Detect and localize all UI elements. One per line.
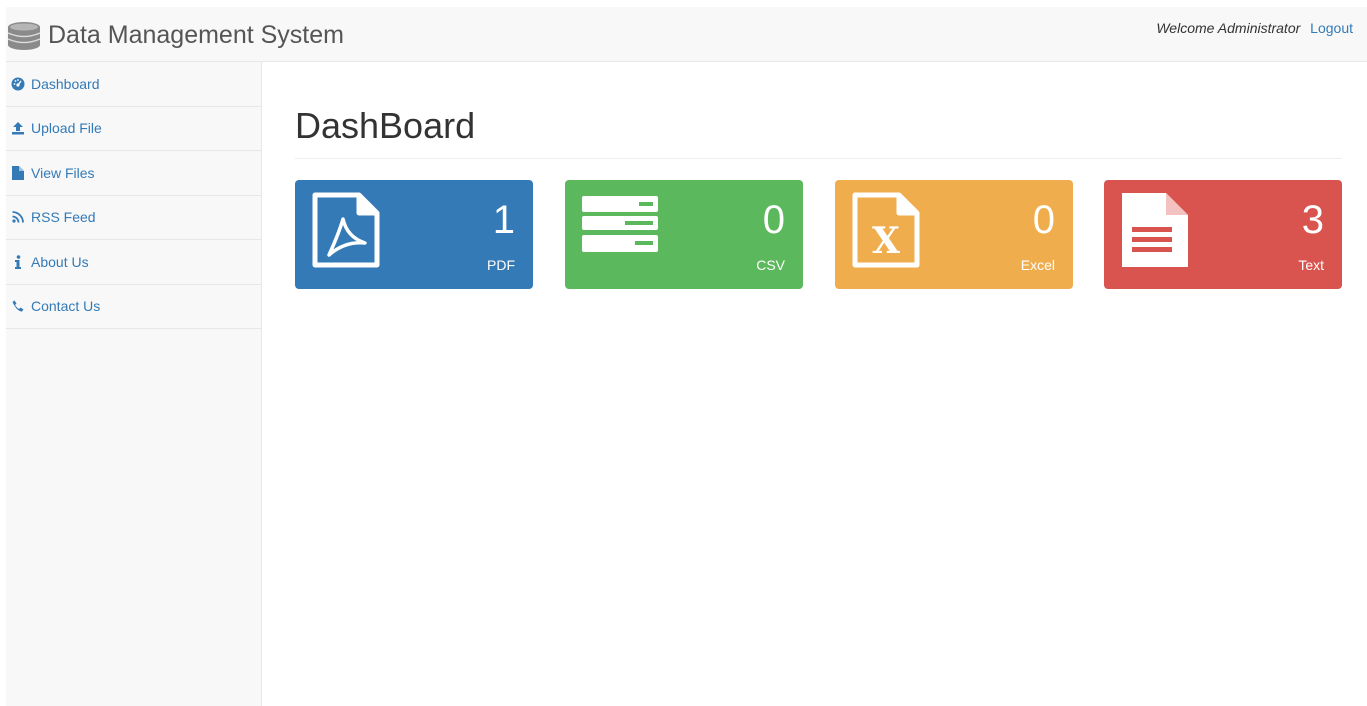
csv-icon xyxy=(581,191,659,260)
excel-label: Excel xyxy=(1020,257,1055,273)
sidebar-item-label: Contact Us xyxy=(31,298,101,315)
sidebar-item-view-files[interactable]: View Files xyxy=(6,151,261,196)
csv-card[interactable]: 0 CSV xyxy=(565,180,803,289)
page-title: DashBoard xyxy=(295,105,476,146)
sidebar-item-label: Dashboard xyxy=(31,75,100,92)
sidebar-item-label: About Us xyxy=(31,253,89,270)
excel-count: 0 xyxy=(1032,198,1055,242)
sidebar-item-dashboard[interactable]: Dashboard xyxy=(6,62,261,107)
pdf-count: 1 xyxy=(492,198,515,242)
page-header: DashBoard xyxy=(295,102,1342,159)
brand[interactable]: Data Management System xyxy=(6,20,344,50)
dashboard-icon xyxy=(10,76,26,92)
sidebar-item-upload-file[interactable]: Upload File xyxy=(6,107,261,151)
text-file-icon xyxy=(1120,191,1190,274)
user-area: Welcome Administrator Logout xyxy=(1156,20,1353,36)
phone-icon xyxy=(10,298,26,314)
csv-label: CSV xyxy=(756,257,785,273)
pdf-file-icon xyxy=(311,191,381,274)
sidebar: Dashboard Upload File View Files RSS Fee… xyxy=(6,62,262,706)
sidebar-item-rss-feed[interactable]: RSS Feed xyxy=(6,196,261,240)
upload-icon xyxy=(10,120,26,136)
excel-card[interactable]: X 0 Excel xyxy=(835,180,1073,289)
csv-count: 0 xyxy=(762,198,785,242)
text-label: Text xyxy=(1298,257,1324,273)
text-count: 3 xyxy=(1301,198,1324,242)
app-title: Data Management System xyxy=(48,21,344,49)
sidebar-item-about-us[interactable]: About Us xyxy=(6,240,261,285)
file-icon xyxy=(10,165,26,181)
svg-text:X: X xyxy=(872,220,900,262)
sidebar-item-label: RSS Feed xyxy=(31,209,96,226)
top-navbar: Data Management System Welcome Administr… xyxy=(6,7,1367,62)
sidebar-item-label: View Files xyxy=(31,164,95,181)
database-icon xyxy=(6,20,42,50)
logout-link[interactable]: Logout xyxy=(1310,20,1353,36)
pdf-label: PDF xyxy=(487,257,515,273)
welcome-text: Welcome Administrator xyxy=(1156,20,1301,36)
info-icon xyxy=(10,254,26,270)
sidebar-item-contact-us[interactable]: Contact Us xyxy=(6,285,261,329)
excel-file-icon: X xyxy=(851,191,921,274)
pdf-card[interactable]: 1 PDF xyxy=(295,180,533,289)
sidebar-item-label: Upload File xyxy=(31,120,102,137)
text-card[interactable]: 3 Text xyxy=(1104,180,1342,289)
rss-icon xyxy=(10,209,26,225)
